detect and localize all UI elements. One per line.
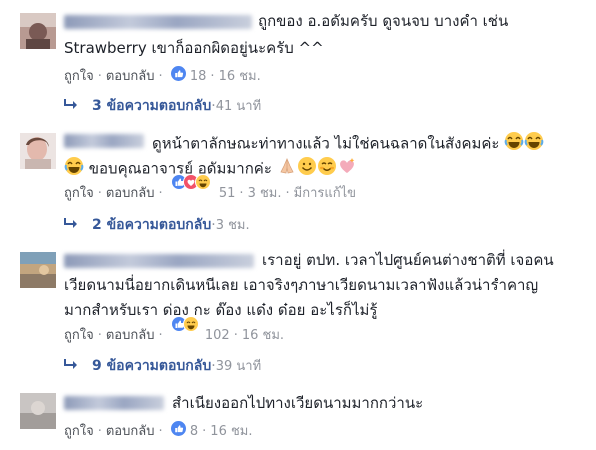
comment-text-line-1: เราอยู่ ตปท. เวลาไปศูนย์คนต่างชาติที่ เจ…	[262, 251, 554, 269]
replies-time: 39 นาที	[215, 359, 262, 374]
reaction-count[interactable]: 18	[190, 69, 207, 84]
like-link[interactable]: ถูกใจ	[64, 328, 94, 343]
like-link[interactable]: ถูกใจ	[64, 69, 94, 84]
reply-link[interactable]: ตอบกลับ	[106, 328, 155, 343]
replies-time: 3 ชม.	[215, 218, 250, 233]
view-replies[interactable]: 2 ข้อความตอบกลับ·3 ชม.	[64, 216, 250, 234]
smiling-emoji-icon	[297, 156, 317, 182]
comment-time[interactable]: 3 ชม.	[248, 186, 282, 201]
comment-text-line-2: Strawberry เขาก็ออกผิดอยู่นะครับ ^^	[64, 39, 324, 57]
commenter-name-redacted[interactable]	[64, 396, 164, 410]
comment-text-line-1: สำเนียงออกไปทางเวียดนามมากกว่านะ	[172, 394, 424, 412]
view-replies[interactable]: 9 ข้อความตอบกลับ·39 นาที	[64, 357, 261, 375]
comment-meta: ถูกใจ · ตอบกลับ · 8 · 16 ชม.	[64, 421, 253, 439]
avatar-image	[20, 252, 56, 288]
reply-arrow-icon	[64, 97, 78, 115]
reaction-count[interactable]: 102	[205, 328, 230, 343]
comment-time[interactable]: 16 ชม.	[210, 424, 252, 439]
commenter-name-redacted[interactable]	[64, 134, 144, 148]
avatar-image	[20, 393, 56, 429]
avatar-image	[20, 13, 56, 49]
replies-count[interactable]: 9 ข้อความตอบกลับ	[92, 358, 211, 374]
commenter-name-redacted[interactable]	[64, 15, 252, 29]
comment-text-line-1: ดูหน้าตาลักษณะท่าทางแล้ว ไม่ใช่คนฉลาดในส…	[152, 131, 544, 157]
reaction-count[interactable]: 51	[219, 186, 236, 201]
reactions-icons[interactable]	[170, 173, 215, 202]
commenter-name-redacted[interactable]	[64, 254, 254, 268]
laughing-emoji-icon	[504, 131, 524, 157]
reactions-icons[interactable]	[170, 315, 201, 344]
comment-text-line-2: เวียดนามนี่อยากเดินหนีเลย เอาจริงๆภาษาเว…	[64, 276, 539, 294]
comment-text-line-1: ถูกของ อ.อดัมครับ ดูจนจบ บางคำ เช่น	[258, 12, 509, 30]
reply-link[interactable]: ตอบกลับ	[106, 424, 155, 439]
comment-meta: ถูกใจ · ตอบกลับ · 102 · 16 ชม.	[64, 315, 284, 345]
edited-label[interactable]: มีการแก้ไข	[294, 186, 356, 201]
like-link[interactable]: ถูกใจ	[64, 424, 94, 439]
blushing-emoji-icon	[317, 156, 337, 182]
reply-arrow-icon	[64, 357, 78, 375]
reply-arrow-icon	[64, 216, 78, 234]
like-link[interactable]: ถูกใจ	[64, 186, 94, 201]
comment-text-line-3: มากสำหรับเรา ด่อง กะ ด๊อง แด๋ง ด๋อย อะไร…	[64, 301, 378, 319]
avatar[interactable]	[20, 393, 56, 429]
comment-meta: ถูกใจ · ตอบกลับ · 18 · 16 ชม.	[64, 66, 261, 84]
like-reaction-icon[interactable]	[170, 66, 186, 87]
comment-time[interactable]: 16 ชม.	[242, 328, 284, 343]
sparkling-heart-icon	[337, 156, 357, 182]
comment-meta: ถูกใจ · ตอบกลับ · 51 · 3 ชม. · มีการแก้ไข	[64, 173, 356, 203]
replies-count[interactable]: 3 ข้อความตอบกลับ	[92, 98, 211, 114]
avatar[interactable]	[20, 13, 56, 49]
like-reaction-icon[interactable]	[170, 421, 186, 442]
avatar[interactable]	[20, 133, 56, 169]
reply-link[interactable]: ตอบกลับ	[106, 69, 155, 84]
comment-time[interactable]: 16 ชม.	[219, 69, 261, 84]
avatar[interactable]	[20, 252, 56, 288]
reaction-count[interactable]: 8	[190, 424, 198, 439]
replies-count[interactable]: 2 ข้อความตอบกลับ	[92, 217, 211, 233]
laughing-emoji-icon	[64, 156, 84, 182]
view-replies[interactable]: 3 ข้อความตอบกลับ·41 นาที	[64, 97, 261, 115]
laughing-emoji-icon	[524, 131, 544, 157]
reply-link[interactable]: ตอบกลับ	[106, 186, 155, 201]
avatar-image	[20, 133, 56, 169]
replies-time: 41 นาที	[215, 99, 262, 114]
praying-hands-icon	[277, 156, 297, 182]
